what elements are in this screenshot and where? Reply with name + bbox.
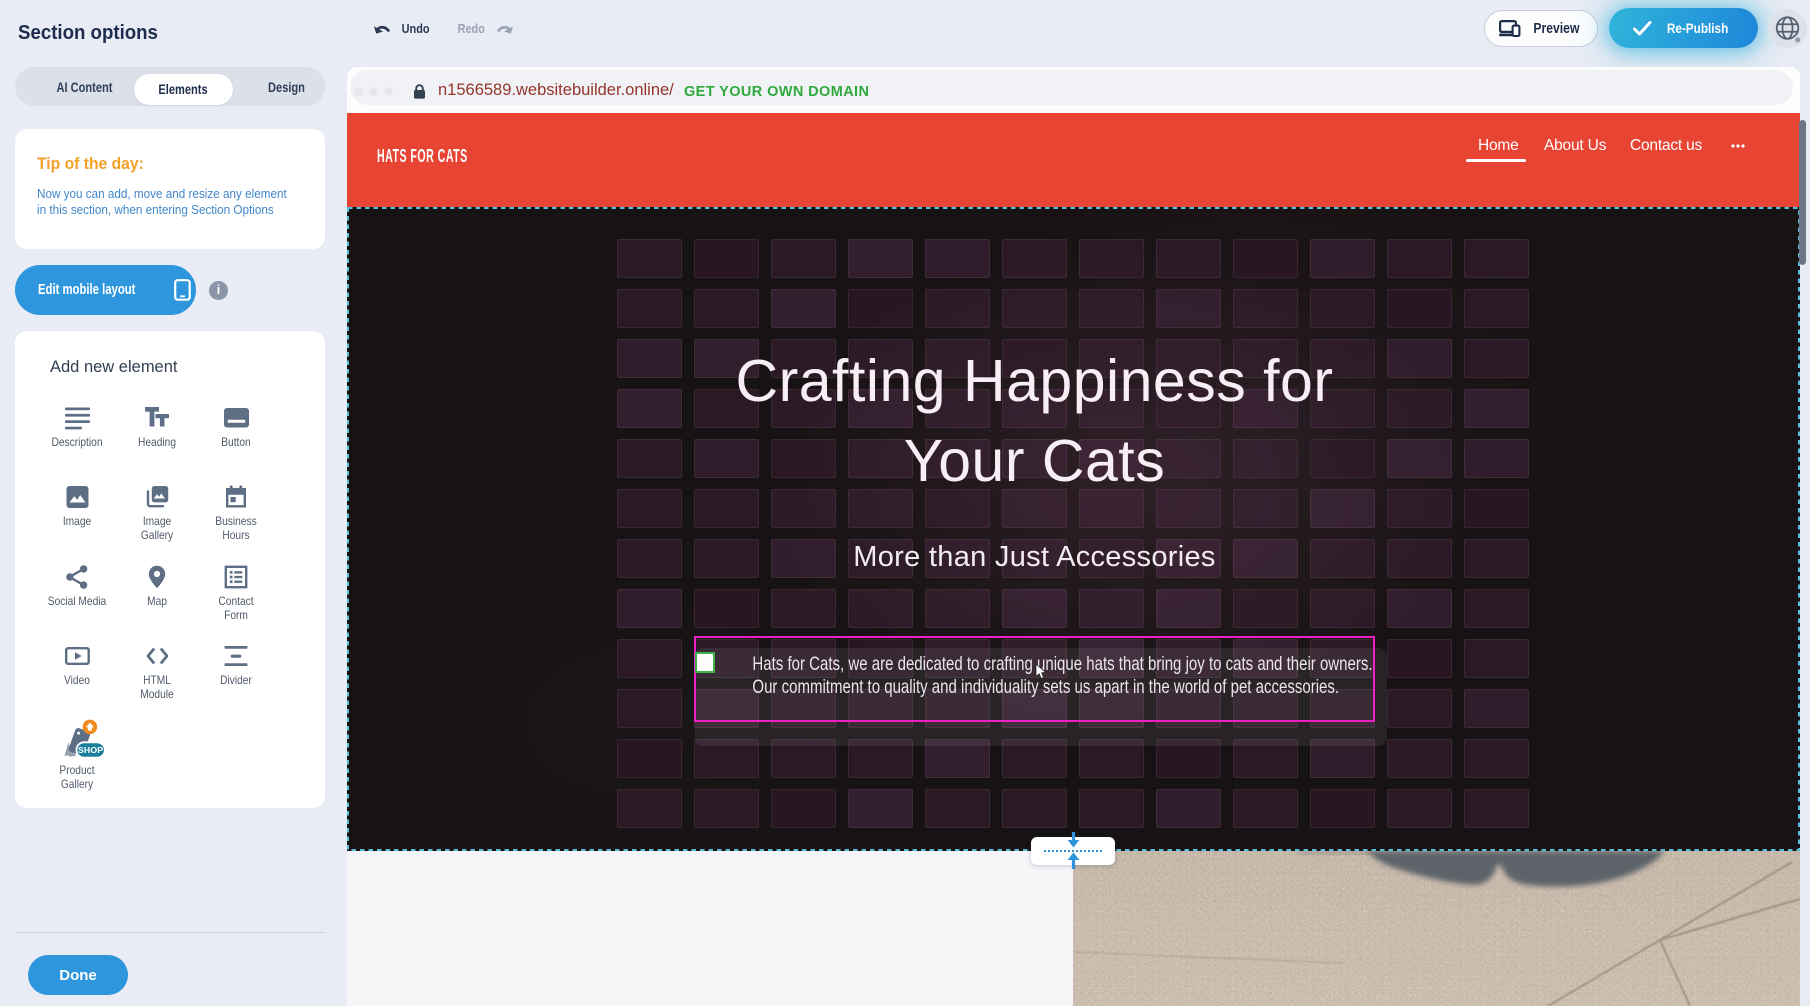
svg-text:SHOP: SHOP [78,745,103,755]
